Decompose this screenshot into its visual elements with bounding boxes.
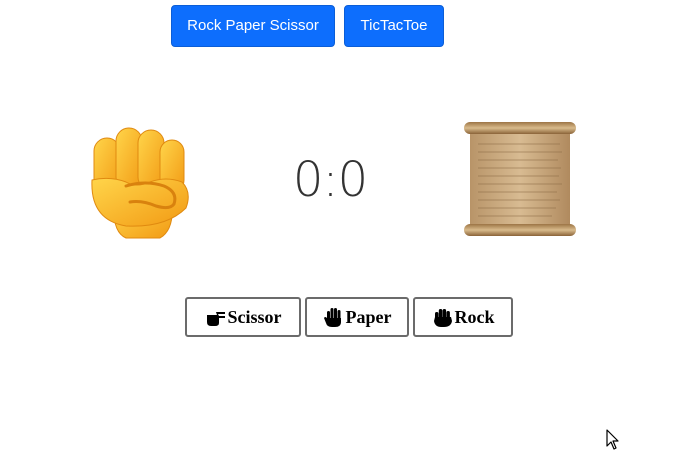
page: Rock Paper Scissor TicTacToe 0:0 Scissor… [0, 0, 690, 472]
victory-hand-icon [205, 306, 227, 328]
raised-fist-icon [86, 120, 196, 242]
scissor-button[interactable]: Scissor [185, 297, 301, 337]
choice-buttons: Scissor Paper Rock [185, 297, 513, 337]
paper-button[interactable]: Paper [305, 297, 409, 337]
rock-button[interactable]: Rock [413, 297, 513, 337]
raised-hand-icon [323, 306, 345, 328]
rock-paper-scissor-button[interactable]: Rock Paper Scissor [171, 5, 335, 47]
tictactoe-button[interactable]: TicTacToe [344, 5, 444, 47]
score-display: 0:0 [292, 152, 368, 208]
mouse-cursor-icon [606, 429, 620, 451]
raised-back-of-hand-icon [432, 306, 454, 328]
scissor-label: Scissor [227, 306, 282, 327]
scroll-icon [460, 118, 580, 240]
paper-label: Paper [345, 306, 392, 327]
top-nav: Rock Paper Scissor TicTacToe [171, 5, 444, 47]
rock-label: Rock [454, 306, 495, 327]
